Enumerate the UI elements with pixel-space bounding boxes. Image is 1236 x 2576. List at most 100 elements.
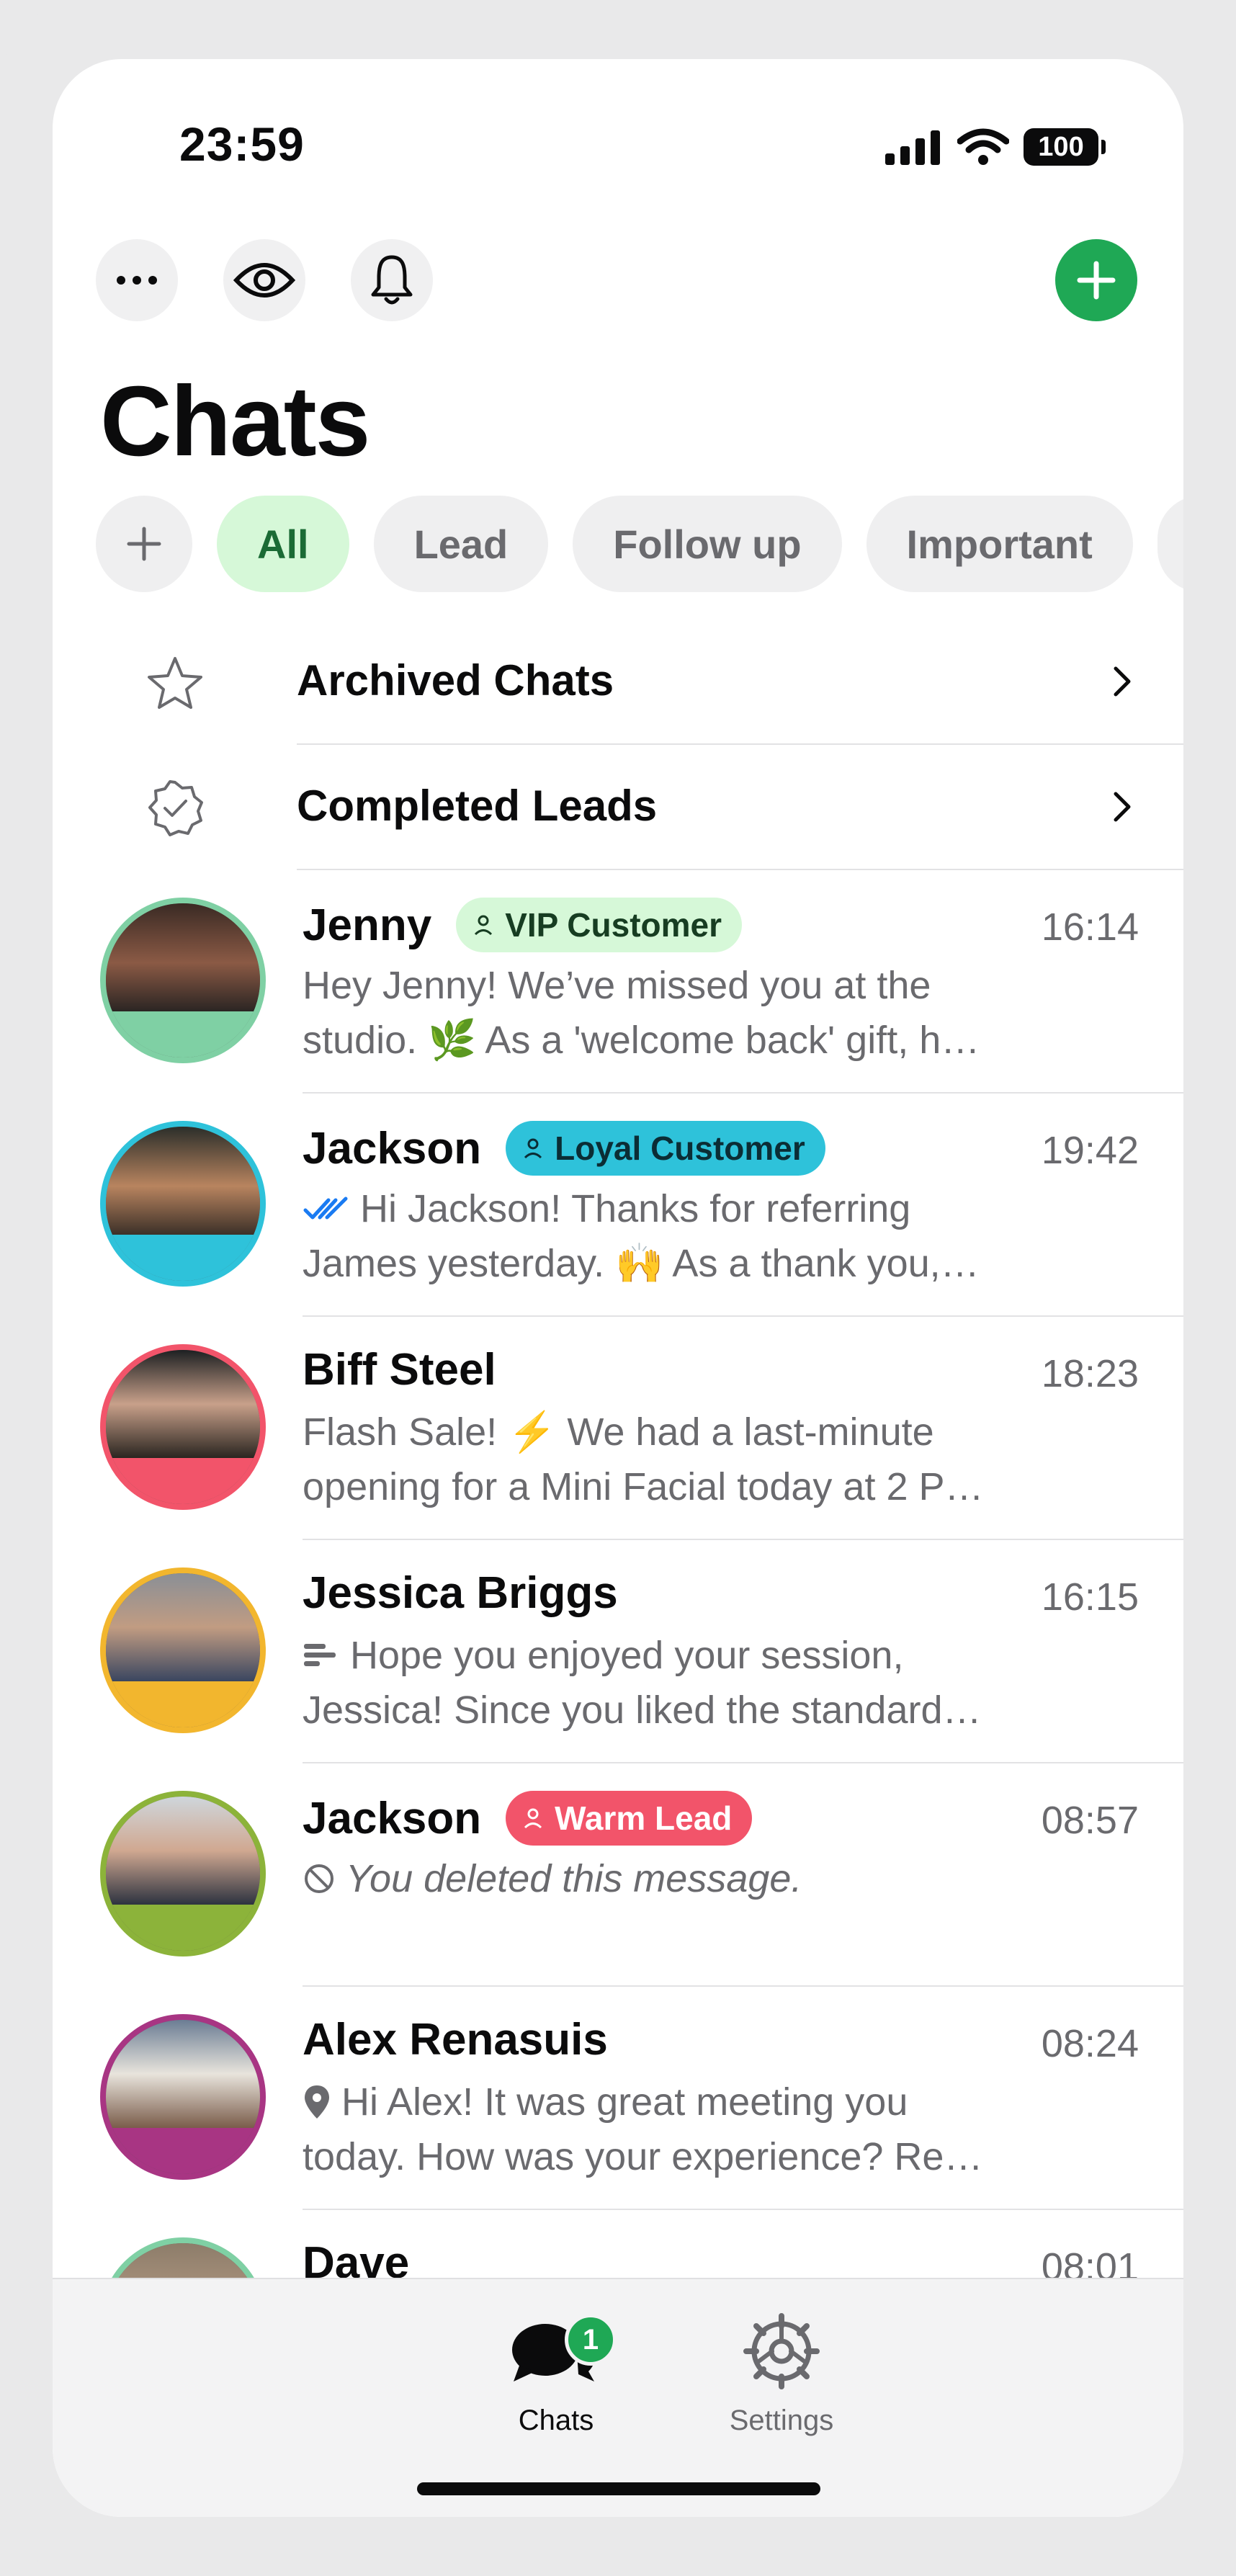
completed-leads-row[interactable]: Completed Leads — [53, 745, 1183, 870]
chat-row[interactable]: Jenny VIP Customer 16:14 Hey Jenny! We’v… — [53, 870, 1183, 1093]
preview-text: Hope you enjoyed your session, — [350, 1634, 904, 1677]
chat-time: 08:24 — [1041, 2022, 1139, 2065]
preview-line: today. How was your experience? Re… — [303, 2135, 983, 2178]
avatar-photo — [106, 903, 260, 1011]
archived-chats-row[interactable]: Archived Chats — [53, 620, 1183, 745]
filter-chip-lead[interactable]: Lead — [373, 496, 549, 592]
chat-name: Jessica Briggs — [303, 1567, 618, 1619]
gear-icon — [743, 2313, 820, 2389]
chat-name-text: Jackson — [303, 1793, 482, 1843]
avatar-photo — [106, 1127, 260, 1235]
battery-indicator: 100 — [1024, 128, 1106, 166]
plus-icon — [127, 527, 161, 561]
chat-name-text: Biff Steel — [303, 1345, 496, 1395]
chevron-right-icon — [1114, 792, 1131, 822]
filter-chips: All Lead Follow up Important — [96, 496, 1183, 592]
preview-line: studio. 🌿 As a 'welcome back' gift, h… — [303, 1019, 980, 1062]
contact-tag: Warm Lead — [506, 1791, 753, 1846]
person-icon — [524, 1138, 542, 1159]
contact-tag: Loyal Customer — [506, 1121, 825, 1176]
avatar-photo — [106, 1573, 260, 1681]
unread-badge: 1 — [565, 2314, 617, 2366]
tab-chats[interactable]: 1 Chats — [477, 2301, 635, 2437]
chat-preview: Hi Jackson! Thanks for referring James y… — [303, 1181, 1044, 1291]
contact-tag: VIP Customer — [456, 898, 742, 952]
location-pin-icon — [305, 2085, 329, 2119]
preview-line: Hey Jenny! We’ve missed you at the — [303, 964, 931, 1007]
filter-chip-important[interactable]: Important — [866, 496, 1133, 592]
person-icon — [475, 915, 493, 936]
tab-settings[interactable]: Settings — [702, 2301, 861, 2437]
eye-icon — [233, 263, 295, 298]
double-check-icon — [303, 1197, 348, 1220]
chat-name-text: Jenny — [303, 900, 432, 950]
chat-name: Alex Renasuis — [303, 2014, 608, 2065]
phone-screen: 23:59 100 Chats All Lead Follow up Impor… — [53, 59, 1183, 2517]
chat-preview: Flash Sale! ⚡ We had a last-minute openi… — [303, 1405, 1044, 1514]
visibility-button[interactable] — [223, 239, 305, 321]
status-icons: 100 — [885, 128, 1106, 166]
archived-chats-label: Archived Chats — [297, 656, 614, 705]
chat-time: 19:42 — [1041, 1129, 1139, 1172]
person-icon — [524, 1808, 542, 1829]
filter-chip-follow-up[interactable]: Follow up — [573, 496, 842, 592]
chevron-right-icon — [1114, 666, 1131, 697]
home-indicator[interactable] — [417, 2482, 820, 2495]
avatar — [100, 1567, 266, 1733]
chat-time: 16:14 — [1041, 905, 1139, 949]
tab-settings-label: Settings — [729, 2405, 834, 2436]
chat-preview: Hi Alex! It was great meeting you today.… — [303, 2075, 1044, 2184]
tab-chats-icon-wrap: 1 — [477, 2301, 635, 2402]
avatar — [100, 1791, 266, 1956]
verified-badge-icon — [148, 780, 203, 836]
wifi-icon — [957, 128, 1009, 165]
more-button[interactable] — [96, 239, 178, 321]
contact-tag-label: Loyal Customer — [555, 1130, 805, 1167]
add-filter-button[interactable] — [96, 496, 192, 592]
avatar — [100, 2014, 266, 2180]
device-frame: 23:59 100 Chats All Lead Follow up Impor… — [0, 0, 1236, 2576]
chat-preview: You deleted this message. — [303, 1851, 1044, 1906]
contact-tag-label: Warm Lead — [555, 1799, 733, 1837]
status-time: 23:59 — [179, 117, 305, 171]
signal-icon — [885, 130, 940, 165]
tab-chats-label: Chats — [518, 2405, 594, 2436]
preview-line: Jessica! Since you liked the standard… — [303, 1689, 982, 1732]
new-chat-button[interactable] — [1055, 239, 1137, 321]
avatar-band — [106, 1457, 260, 1504]
chat-preview: Hey Jenny! We’ve missed you at the studi… — [303, 958, 1044, 1068]
avatar-photo — [106, 1350, 260, 1458]
avatar-band — [106, 1681, 260, 1727]
chat-row[interactable]: Jackson Warm Lead 08:57 You deleted this… — [53, 1763, 1183, 1986]
chat-name-text: Jackson — [303, 1123, 482, 1173]
chat-preview: Hope you enjoyed your session, Jessica! … — [303, 1628, 1044, 1738]
avatar-photo — [106, 2020, 260, 2128]
preview-line: Hope you enjoyed your session, — [303, 1628, 1044, 1683]
chat-row[interactable]: Biff Steel 18:23 Flash Sale! ⚡ We had a … — [53, 1317, 1183, 1539]
preview-line: James yesterday. 🙌 As a thank you,… — [303, 1242, 980, 1285]
chat-time: 08:57 — [1041, 1799, 1139, 1842]
chat-row[interactable]: Jackson Loyal Customer 19:42 Hi Jackson!… — [53, 1094, 1183, 1316]
more-icon — [117, 276, 157, 285]
blocked-icon — [305, 1864, 333, 1893]
preview-line: Hi Jackson! Thanks for referring — [303, 1181, 1044, 1236]
top-toolbar — [53, 239, 1183, 326]
bottom-tab-bar: 1 Chats Settings — [53, 2278, 1183, 2517]
completed-leads-label: Completed Leads — [297, 782, 658, 830]
notifications-button[interactable] — [351, 239, 433, 321]
contact-tag-label: VIP Customer — [505, 906, 722, 944]
filter-chip-all[interactable]: All — [217, 496, 349, 592]
tab-settings-icon-wrap — [702, 2301, 861, 2402]
status-bar: 23:59 100 — [53, 59, 1183, 171]
preview-line: You deleted this message. — [303, 1851, 1044, 1906]
chat-row[interactable]: Jessica Briggs 16:15 Hope you enjoyed yo… — [53, 1540, 1183, 1763]
avatar-band — [106, 1904, 260, 1951]
chat-row[interactable]: Alex Renasuis 08:24 Hi Alex! It was grea… — [53, 1987, 1183, 2209]
text-lines-icon — [304, 1644, 336, 1666]
plus-icon — [1077, 261, 1116, 300]
chat-name: Jackson Warm Lead — [303, 1791, 753, 1846]
filter-chip-more[interactable] — [1157, 496, 1183, 592]
preview-text: You deleted this message. — [346, 1857, 802, 1900]
page-title: Chats — [100, 366, 370, 477]
preview-line: Hi Alex! It was great meeting you — [303, 2075, 1044, 2129]
